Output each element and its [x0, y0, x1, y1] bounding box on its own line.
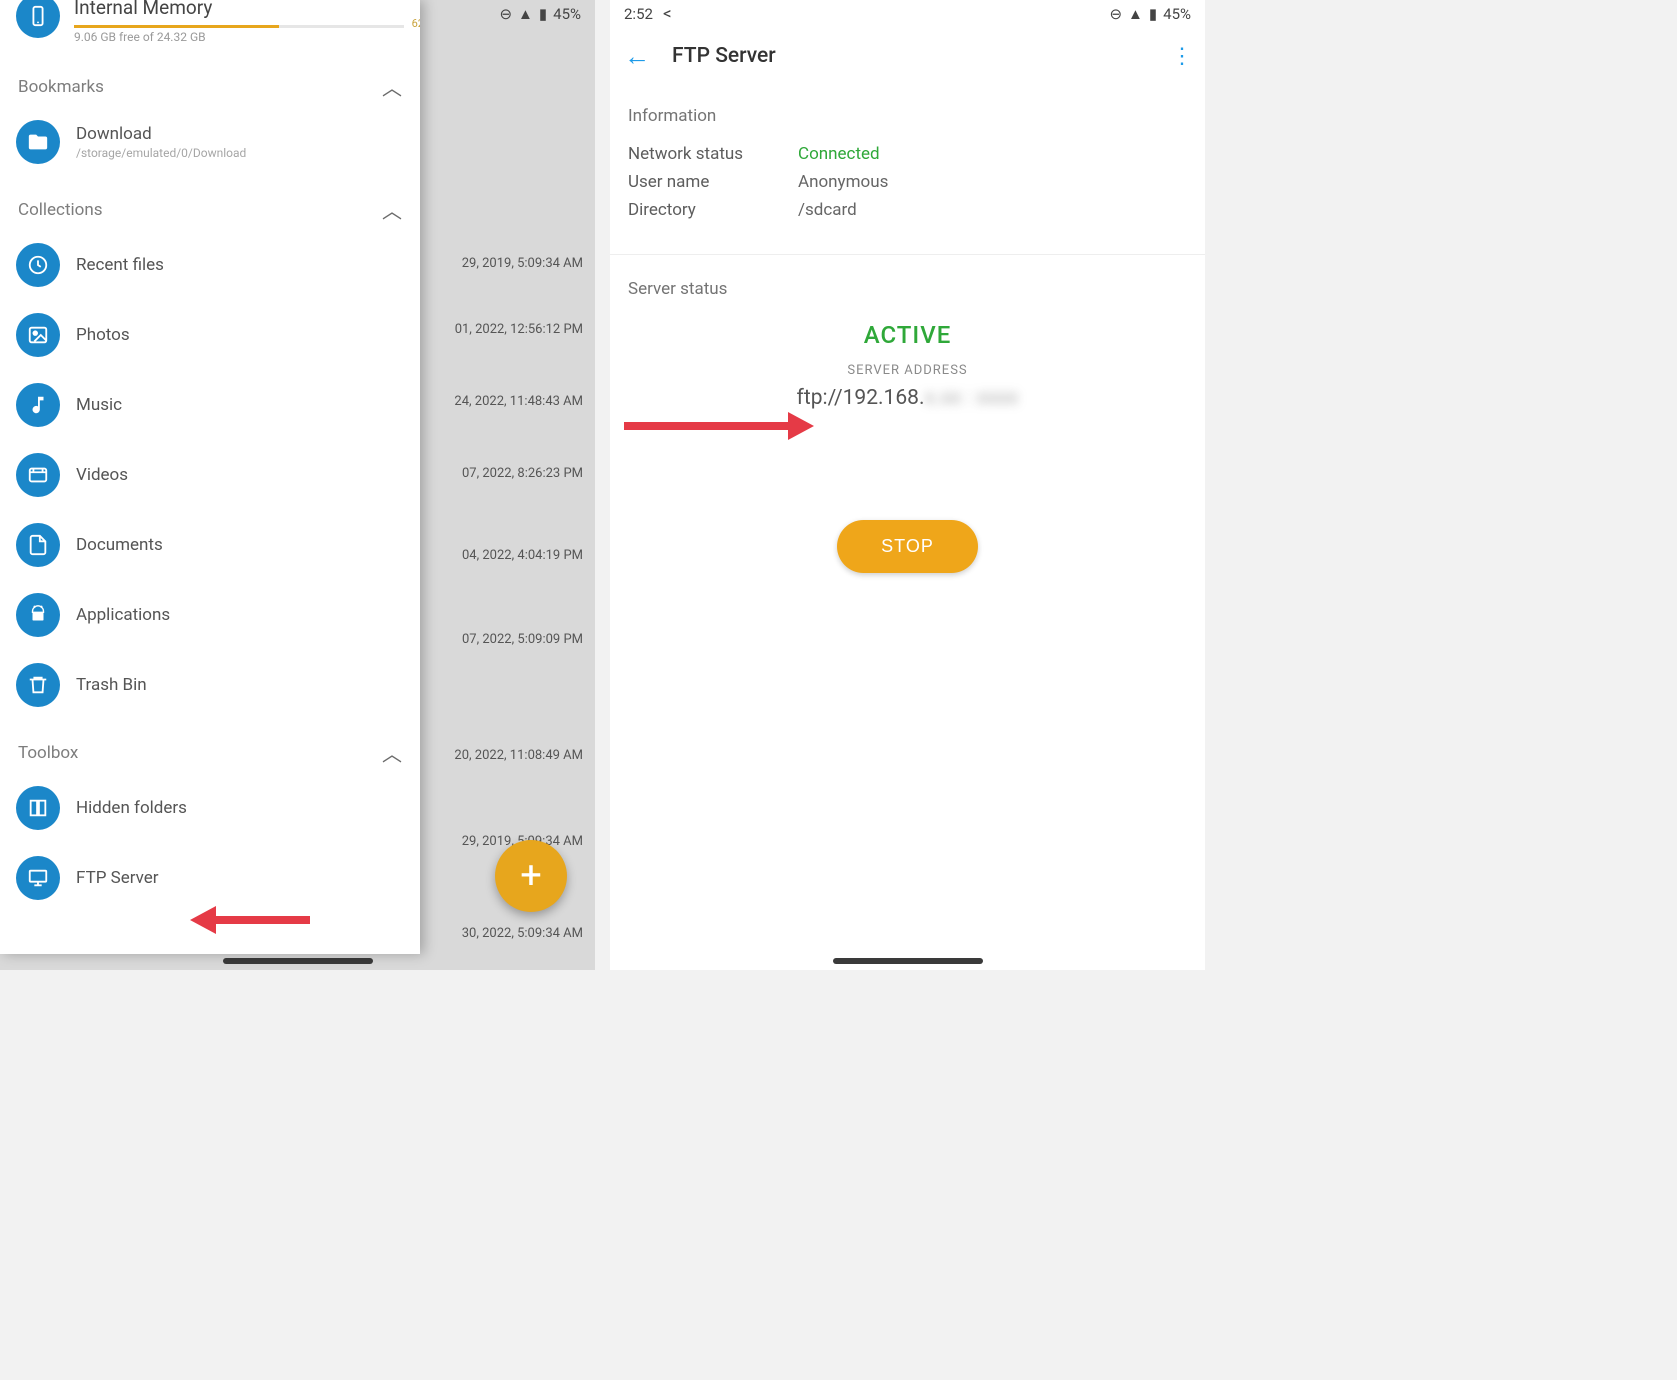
- collection-videos-label: Videos: [76, 465, 404, 485]
- separator: [610, 254, 1205, 255]
- directory-value: /sdcard: [798, 200, 857, 220]
- collection-applications[interactable]: Applications: [0, 580, 420, 650]
- collection-recent-label: Recent files: [76, 255, 404, 275]
- annotation-arrow-right: [624, 412, 814, 440]
- collection-documents-label: Documents: [76, 535, 404, 555]
- bg-row: 24, 2022, 11:48:43 AM: [454, 394, 583, 409]
- app-bar: ← FTP Server ⋮: [610, 28, 1205, 84]
- back-arrow-icon[interactable]: ←: [624, 41, 650, 72]
- collection-photos-label: Photos: [76, 325, 404, 345]
- bg-row: 07, 2022, 5:09:09 PM: [462, 632, 583, 647]
- server-address-redacted: x.xx : xxxx: [925, 386, 1019, 410]
- section-collections-label: Collections: [18, 200, 103, 220]
- collection-trash[interactable]: Trash Bin: [0, 650, 420, 720]
- bg-row: 01, 2022, 12:56:12 PM: [455, 322, 583, 337]
- bg-row: 04, 2022, 4:04:19 PM: [462, 548, 583, 563]
- nav-handle[interactable]: [833, 958, 983, 964]
- video-icon: [16, 453, 60, 497]
- info-heading: Information: [628, 106, 1187, 126]
- nav-handle[interactable]: [223, 958, 373, 964]
- android-icon: [16, 593, 60, 637]
- music-icon: [16, 383, 60, 427]
- image-icon: [16, 313, 60, 357]
- phone-left: 2:52 ⊖ ▲ ▮ 45% 29, 2019, 5:09:34 AM 01, …: [0, 0, 595, 970]
- section-toolbox[interactable]: Toolbox ︿: [0, 720, 420, 773]
- bookmark-download[interactable]: Download /storage/emulated/0/Download: [0, 107, 420, 177]
- toolbox-ftp-server-label: FTP Server: [76, 868, 404, 888]
- history-icon: [16, 243, 60, 287]
- trash-icon: [16, 663, 60, 707]
- storage-usage-bar: 62%: [74, 25, 404, 28]
- battery-text: 45%: [553, 5, 581, 23]
- more-menu-icon[interactable]: ⋮: [1171, 44, 1191, 69]
- page-title: FTP Server: [672, 44, 1149, 68]
- fab-add[interactable]: +: [495, 840, 567, 912]
- share-icon: <: [663, 4, 672, 24]
- chevron-up-icon: ︿: [382, 738, 402, 767]
- status-icons: ⊖ ▲ ▮ 45%: [1109, 5, 1191, 23]
- section-bookmarks-label: Bookmarks: [18, 77, 104, 97]
- toolbox-hidden-folders[interactable]: Hidden folders: [0, 773, 420, 843]
- username-value: Anonymous: [798, 172, 888, 192]
- bg-row: 29, 2019, 5:09:34 AM: [462, 256, 583, 271]
- battery-icon: ▮: [539, 5, 547, 23]
- dnd-icon: ⊖: [1109, 5, 1122, 23]
- info-block: Information Network status Connected Use…: [610, 84, 1205, 246]
- status-bar: 2:52 < ⊖ ▲ ▮ 45%: [610, 0, 1205, 28]
- storage-percent: 62%: [412, 17, 420, 30]
- collection-documents[interactable]: Documents: [0, 510, 420, 580]
- folder-icon: [16, 120, 60, 164]
- internal-memory-row[interactable]: Internal Memory 62% 9.06 GB free of 24.3…: [0, 0, 420, 54]
- battery-text: 45%: [1163, 5, 1191, 23]
- collection-recent[interactable]: Recent files: [0, 230, 420, 300]
- internal-memory-title: Internal Memory: [74, 0, 404, 19]
- dnd-icon: ⊖: [499, 5, 512, 23]
- bookmark-download-title: Download: [76, 124, 404, 144]
- phone-right: 2:52 < ⊖ ▲ ▮ 45% ← FTP Server ⋮ Informat…: [610, 0, 1205, 970]
- row-network-status: Network status Connected: [628, 144, 1187, 164]
- battery-icon: ▮: [1149, 5, 1157, 23]
- bg-row: 07, 2022, 8:26:23 PM: [462, 466, 583, 481]
- chevron-up-icon: ︿: [382, 72, 402, 101]
- document-icon: [16, 523, 60, 567]
- toolbox-ftp-server[interactable]: FTP Server: [0, 843, 420, 913]
- username-key: User name: [628, 172, 798, 192]
- ftp-icon: [16, 856, 60, 900]
- collection-videos[interactable]: Videos: [0, 440, 420, 510]
- phone-storage-icon: [16, 0, 60, 38]
- status-icons: ⊖ ▲ ▮ 45%: [499, 5, 581, 23]
- wifi-icon: ▲: [518, 5, 533, 23]
- status-time: 2:52: [624, 5, 653, 23]
- directory-key: Directory: [628, 200, 798, 220]
- collection-photos[interactable]: Photos: [0, 300, 420, 370]
- wifi-icon: ▲: [1128, 5, 1143, 23]
- storage-free-text: 9.06 GB free of 24.32 GB: [74, 30, 404, 44]
- chevron-up-icon: ︿: [382, 195, 402, 224]
- bg-row: 20, 2022, 11:08:49 AM: [454, 748, 583, 763]
- section-collections[interactable]: Collections ︿: [0, 177, 420, 230]
- server-status-heading: Server status: [610, 263, 1205, 299]
- collection-applications-label: Applications: [76, 605, 404, 625]
- stop-button[interactable]: STOP: [837, 520, 978, 573]
- server-address-prefix: ftp://192.168.: [797, 386, 925, 410]
- section-bookmarks[interactable]: Bookmarks ︿: [0, 54, 420, 107]
- nav-drawer: Internal Memory 62% 9.06 GB free of 24.3…: [0, 0, 420, 954]
- server-address-label: SERVER ADDRESS: [610, 363, 1205, 378]
- network-status-key: Network status: [628, 144, 798, 164]
- collection-trash-label: Trash Bin: [76, 675, 404, 695]
- server-active-label: ACTIVE: [610, 321, 1205, 349]
- network-status-value: Connected: [798, 144, 880, 164]
- row-directory: Directory /sdcard: [628, 200, 1187, 220]
- section-toolbox-label: Toolbox: [18, 743, 78, 763]
- row-username: User name Anonymous: [628, 172, 1187, 192]
- bookmark-download-path: /storage/emulated/0/Download: [76, 146, 404, 160]
- bg-row: 30, 2022, 5:09:34 AM: [462, 926, 583, 941]
- collection-music-label: Music: [76, 395, 404, 415]
- toolbox-hidden-folders-label: Hidden folders: [76, 798, 404, 818]
- hidden-folders-icon: [16, 786, 60, 830]
- collection-music[interactable]: Music: [0, 370, 420, 440]
- server-address: ftp://192.168.x.xx : xxxx: [610, 386, 1205, 410]
